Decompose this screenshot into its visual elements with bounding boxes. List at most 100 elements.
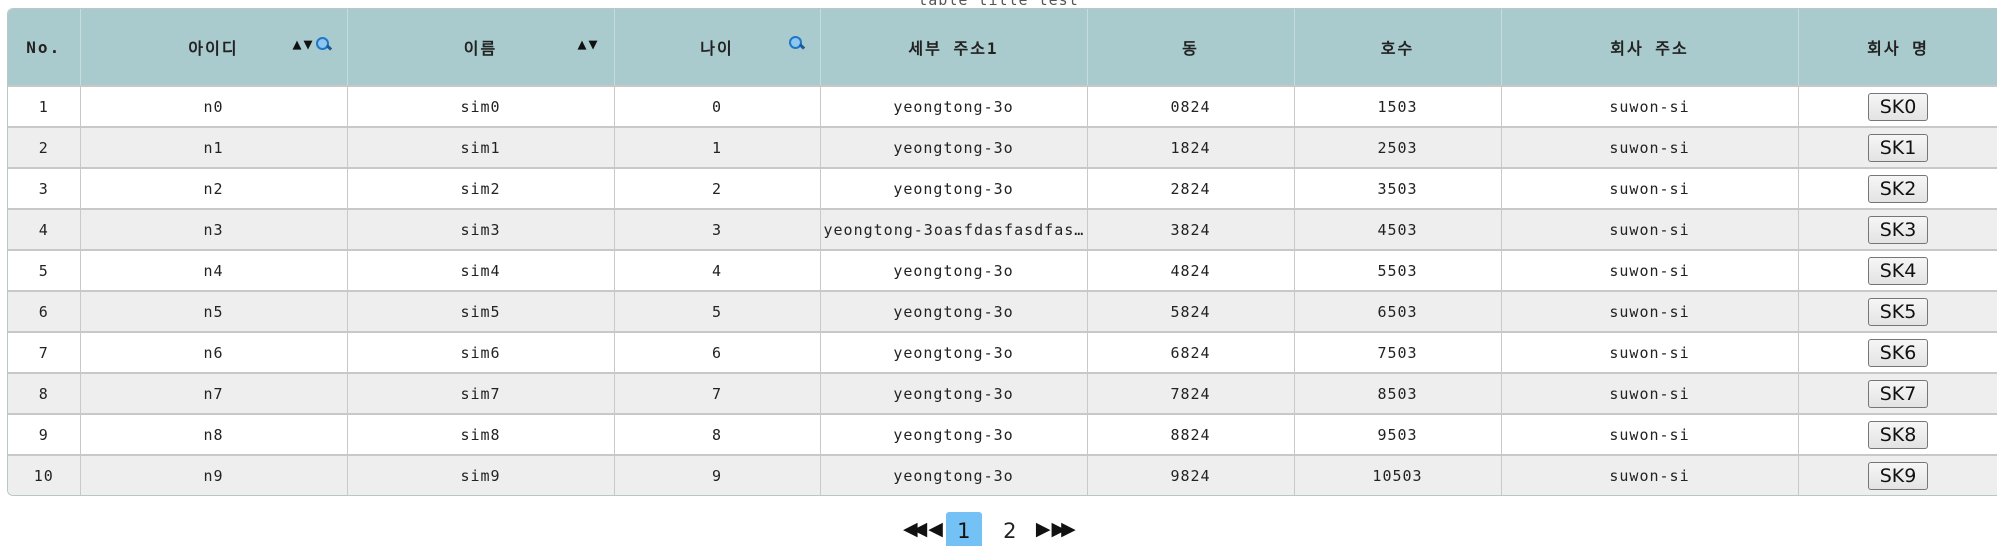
table-cell: sim9 bbox=[347, 454, 615, 495]
column-header-label: 회사 주소 bbox=[1610, 39, 1689, 58]
table-cell: 9824 bbox=[1087, 454, 1295, 495]
table-cell: 10 bbox=[8, 454, 81, 495]
sort-desc-icon[interactable]: ▼ bbox=[303, 35, 312, 53]
table-cell: n1 bbox=[80, 126, 348, 168]
table-cell: 3 bbox=[8, 167, 81, 209]
company-button[interactable]: SK3 bbox=[1867, 215, 1929, 244]
table-cell: sim5 bbox=[347, 290, 615, 332]
column-header-6: 호수 bbox=[1294, 9, 1502, 86]
page-2[interactable]: 2 bbox=[992, 512, 1028, 546]
table-row: 6 n5 sim5 5 yeongtong-3o 5824 6503 suwon-si SK5 bbox=[8, 290, 1997, 332]
table-cell: 3 bbox=[614, 208, 821, 250]
table-cell: SK5 bbox=[1798, 290, 1997, 332]
table-cell: 9 bbox=[614, 454, 821, 495]
table-cell: 8824 bbox=[1087, 413, 1295, 455]
table-cell: 7824 bbox=[1087, 372, 1295, 414]
table-cell: sim4 bbox=[347, 249, 615, 291]
table-cell: yeongtong-3o bbox=[820, 331, 1088, 373]
table-cell: SK3 bbox=[1798, 208, 1997, 250]
table-cell: 8503 bbox=[1294, 372, 1502, 414]
table-cell: yeongtong-3o bbox=[820, 167, 1088, 209]
table-row: 4 n3 sim3 3 yeongtong-3oasfdasfasdfasdf 3824 4… bbox=[8, 208, 1997, 250]
table-cell: 1503 bbox=[1294, 85, 1502, 127]
page-1[interactable]: 1 bbox=[945, 512, 982, 546]
table-cell: 5824 bbox=[1087, 290, 1295, 332]
column-tools: ▲ ▼ bbox=[577, 35, 597, 53]
company-button[interactable]: SK5 bbox=[1867, 297, 1929, 326]
table-cell: 8 bbox=[614, 413, 821, 455]
company-button[interactable]: SK4 bbox=[1867, 256, 1929, 285]
table-cell: SK2 bbox=[1798, 167, 1997, 209]
table-cell: n2 bbox=[80, 167, 348, 209]
table-cell: 1824 bbox=[1087, 126, 1295, 168]
table-cell: SK0 bbox=[1798, 85, 1997, 127]
pagination: ◀◀ ◀ 12 ▶ ▶▶ bbox=[900, 512, 1076, 546]
table-cell: n9 bbox=[80, 454, 348, 495]
table-cell: sim2 bbox=[347, 167, 615, 209]
table-cell: n4 bbox=[80, 249, 348, 291]
prev-page-icon[interactable]: ◀ bbox=[928, 518, 942, 540]
table-cell: sim1 bbox=[347, 126, 615, 168]
table-cell: SK9 bbox=[1798, 454, 1997, 495]
search-icon[interactable] bbox=[788, 35, 804, 51]
table-cell: 2 bbox=[8, 126, 81, 168]
table-cell: n8 bbox=[80, 413, 348, 455]
last-page-icon[interactable]: ▶▶ bbox=[1051, 518, 1075, 540]
table-cell: yeongtong-3o bbox=[820, 290, 1088, 332]
table-cell: SK8 bbox=[1798, 413, 1997, 455]
company-button[interactable]: SK1 bbox=[1867, 133, 1929, 162]
first-page-icon[interactable]: ◀◀ bbox=[903, 518, 927, 540]
table-cell: SK1 bbox=[1798, 126, 1997, 168]
company-button[interactable]: SK9 bbox=[1867, 461, 1929, 490]
company-button[interactable]: SK8 bbox=[1867, 420, 1929, 449]
table-cell: yeongtong-3o bbox=[820, 85, 1088, 127]
table-row: 7 n6 sim6 6 yeongtong-3o 6824 7503 suwon-si SK6 bbox=[8, 331, 1997, 373]
table-cell: 0824 bbox=[1087, 85, 1295, 127]
table-cell: suwon-si bbox=[1501, 167, 1799, 209]
column-header-1: 아이디 ▲ ▼ bbox=[80, 9, 348, 86]
table-cell: 3503 bbox=[1294, 167, 1502, 209]
table-cell: n7 bbox=[80, 372, 348, 414]
sort-asc-icon[interactable]: ▲ bbox=[577, 35, 586, 53]
table-row: 5 n4 sim4 4 yeongtong-3o 4824 5503 suwon-si SK4 bbox=[8, 249, 1997, 291]
table-cell: 5503 bbox=[1294, 249, 1502, 291]
sort-desc-icon[interactable]: ▼ bbox=[588, 35, 597, 53]
table-cell: n3 bbox=[80, 208, 348, 250]
table-cell: 3824 bbox=[1087, 208, 1295, 250]
table-cell: sim0 bbox=[347, 85, 615, 127]
table-cell: 6503 bbox=[1294, 290, 1502, 332]
column-header-label: 동 bbox=[1182, 39, 1199, 58]
table-cell: suwon-si bbox=[1501, 126, 1799, 168]
table-cell: 0 bbox=[614, 85, 821, 127]
column-header-7: 회사 주소 bbox=[1501, 9, 1799, 86]
table-cell: 1 bbox=[8, 85, 81, 127]
column-header-label: 아이디 bbox=[188, 39, 239, 58]
table-cell: yeongtong-3o bbox=[820, 249, 1088, 291]
table-row: 2 n1 sim1 1 yeongtong-3o 1824 2503 suwon-si SK1 bbox=[8, 126, 1997, 168]
table-cell: yeongtong-3o bbox=[820, 413, 1088, 455]
table-cell: yeongtong-3oasfdasfasdfasdf bbox=[820, 208, 1088, 250]
table-cell: SK7 bbox=[1798, 372, 1997, 414]
column-header-label: 나이 bbox=[700, 39, 734, 58]
table-body: 1 n0 sim0 0 yeongtong-3o 0824 1503 suwon-si SK0 2… bbox=[8, 85, 1997, 495]
search-icon[interactable] bbox=[315, 36, 331, 52]
table-cell: 2503 bbox=[1294, 126, 1502, 168]
table-cell: 4 bbox=[614, 249, 821, 291]
company-button[interactable]: SK2 bbox=[1867, 174, 1929, 203]
table-cell: yeongtong-3o bbox=[820, 126, 1088, 168]
table-cell: n5 bbox=[80, 290, 348, 332]
sort-asc-icon[interactable]: ▲ bbox=[292, 35, 301, 53]
data-table: No. 아이디 ▲ ▼ 이름 ▲ ▼ 나이 세부 주소1 동 호수 회사 주소 회사 명 1 n0 sim0… bbox=[7, 8, 1997, 496]
table-cell: suwon-si bbox=[1501, 331, 1799, 373]
table-row: 8 n7 sim7 7 yeongtong-3o 7824 8503 suwon-si SK7 bbox=[8, 372, 1997, 414]
column-header-label: 이름 bbox=[463, 39, 498, 58]
column-header-label: 회사 명 bbox=[1867, 39, 1929, 58]
table-cell: suwon-si bbox=[1501, 208, 1799, 250]
column-tools bbox=[788, 35, 804, 51]
company-button[interactable]: SK0 bbox=[1867, 92, 1929, 121]
company-button[interactable]: SK7 bbox=[1867, 379, 1929, 408]
table-cell: n6 bbox=[80, 331, 348, 373]
table-cell: suwon-si bbox=[1501, 413, 1799, 455]
next-page-icon[interactable]: ▶ bbox=[1036, 518, 1050, 540]
company-button[interactable]: SK6 bbox=[1867, 338, 1929, 367]
